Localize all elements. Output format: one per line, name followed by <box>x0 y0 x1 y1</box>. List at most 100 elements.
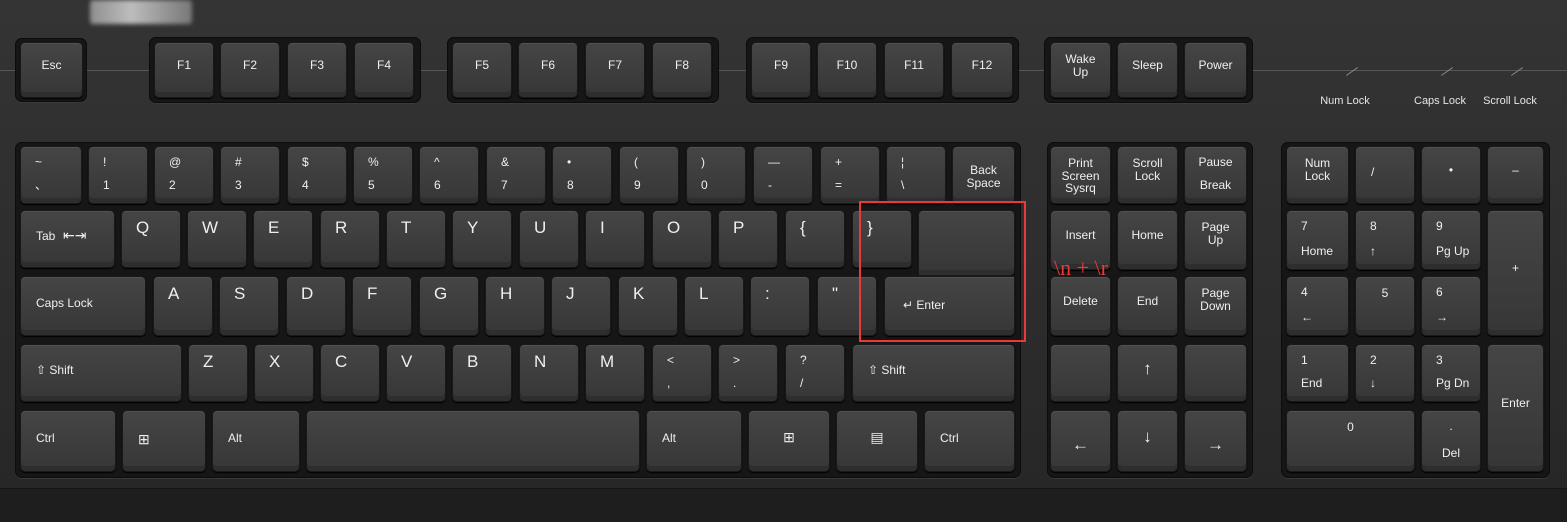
scrolllock-key[interactable]: Scroll Lock <box>1117 146 1178 204</box>
lbrace-key[interactable]: { <box>785 210 845 268</box>
f-key[interactable]: F <box>352 276 412 336</box>
n9-key[interactable]: 9 Pg Up <box>1421 210 1481 270</box>
h-key[interactable]: H <box>485 276 545 336</box>
f12-key[interactable]: F12 <box>951 42 1013 98</box>
f1-key[interactable]: F1 <box>154 42 214 98</box>
lshift-key[interactable]: ⇧ Shift <box>20 344 182 402</box>
d-key[interactable]: D <box>286 276 346 336</box>
f4-key[interactable]: F4 <box>354 42 414 98</box>
ndel-key[interactable]: . Del <box>1421 410 1481 472</box>
u-key[interactable]: U <box>519 210 579 268</box>
g-key[interactable]: G <box>419 276 479 336</box>
pipe-key[interactable]: ¦ \ <box>886 146 946 204</box>
k-key[interactable]: K <box>618 276 678 336</box>
n3-key[interactable]: 3 Pg Dn <box>1421 344 1481 402</box>
left-windows-key[interactable]: ⊞ <box>122 410 206 472</box>
d6-key[interactable]: ^ 6 <box>419 146 479 204</box>
j-key[interactable]: J <box>551 276 611 336</box>
f11-key[interactable]: F11 <box>884 42 944 98</box>
f6-key[interactable]: F6 <box>518 42 578 98</box>
pause-key[interactable]: Pause Break <box>1184 146 1247 204</box>
nplus-key[interactable]: + <box>1487 210 1544 336</box>
o-key[interactable]: O <box>652 210 712 268</box>
f2-key[interactable]: F2 <box>220 42 280 98</box>
n1-key[interactable]: 1 End <box>1286 344 1349 402</box>
w-key[interactable]: W <box>187 210 247 268</box>
backspace-key[interactable]: Back Space <box>952 146 1015 204</box>
f3-key[interactable]: F3 <box>287 42 347 98</box>
menu-key[interactable]: ▤ <box>836 410 918 472</box>
right-windows-key[interactable]: ⊞ <box>748 410 830 472</box>
arrow-left-key[interactable]: ← <box>1050 410 1111 472</box>
d8-key[interactable]: • 8 <box>552 146 612 204</box>
n6-key[interactable]: 6 → <box>1421 276 1481 336</box>
grave-key[interactable]: ~、 <box>20 146 82 204</box>
f7-key[interactable]: F7 <box>585 42 645 98</box>
numlock-key[interactable]: Num Lock <box>1286 146 1349 204</box>
arrow-up-key[interactable]: ↑ <box>1117 344 1178 402</box>
d3-key[interactable]: #3 <box>220 146 280 204</box>
d1-key[interactable]: ! 1 <box>88 146 148 204</box>
a-key[interactable]: A <box>153 276 213 336</box>
ralt-key[interactable]: Alt <box>646 410 742 472</box>
nmul-key[interactable]: • <box>1421 146 1481 204</box>
wakeup-key[interactable]: Wake Up <box>1050 42 1111 98</box>
printscreen-key[interactable]: Print Screen Sysrq <box>1050 146 1111 204</box>
ndiv-key[interactable]: / <box>1355 146 1415 204</box>
n8-key[interactable]: 8 ↑ <box>1355 210 1415 270</box>
s-key[interactable]: S <box>219 276 279 336</box>
y-key[interactable]: Y <box>452 210 512 268</box>
delete-key[interactable]: Delete <box>1050 276 1111 336</box>
b-key[interactable]: B <box>452 344 512 402</box>
n2-key[interactable]: 2 ↓ <box>1355 344 1415 402</box>
pageup-key[interactable]: Page Up <box>1184 210 1247 270</box>
d7-key[interactable]: & 7 <box>486 146 546 204</box>
nminus-key[interactable]: – <box>1487 146 1544 204</box>
v-key[interactable]: V <box>386 344 446 402</box>
rbrace-key[interactable]: } <box>852 210 912 268</box>
z-key[interactable]: Z <box>188 344 248 402</box>
e-key[interactable]: E <box>253 210 313 268</box>
end-key[interactable]: End <box>1117 276 1178 336</box>
n0-key[interactable]: 0 <box>1286 410 1415 472</box>
f5-key[interactable]: F5 <box>452 42 512 98</box>
comma-key[interactable]: <, <box>652 344 712 402</box>
period-key[interactable]: >. <box>718 344 778 402</box>
arrow-down-key[interactable]: ↓ <box>1117 410 1178 472</box>
power-key[interactable]: Power <box>1184 42 1247 98</box>
n7-key[interactable]: 7 Home <box>1286 210 1349 270</box>
colon-key[interactable]: : <box>750 276 810 336</box>
rctrl-key[interactable]: Ctrl <box>924 410 1015 472</box>
t-key[interactable]: T <box>386 210 446 268</box>
n5-key[interactable]: 5 <box>1355 276 1415 336</box>
c-key[interactable]: C <box>320 344 380 402</box>
minus-key[interactable]: — - <box>753 146 813 204</box>
equal-key[interactable]: + = <box>820 146 880 204</box>
n-key[interactable]: N <box>519 344 579 402</box>
l-key[interactable]: L <box>684 276 744 336</box>
sleep-key[interactable]: Sleep <box>1117 42 1178 98</box>
d0-key[interactable]: ) 0 <box>686 146 746 204</box>
tab-key[interactable]: Tab ⇤⇥ <box>20 210 115 268</box>
nenter-key[interactable]: Enter <box>1487 344 1544 472</box>
enter-key[interactable] <box>918 210 1015 276</box>
pagedown-key[interactable]: Page Down <box>1184 276 1247 336</box>
esc-key[interactable]: Esc <box>20 42 83 98</box>
q-key[interactable]: Q <box>121 210 181 268</box>
spacebar-key[interactable] <box>306 410 640 472</box>
lalt-key[interactable]: Alt <box>212 410 300 472</box>
capslock-key[interactable]: Caps Lock <box>20 276 146 336</box>
d4-key[interactable]: $4 <box>287 146 347 204</box>
m-key[interactable]: M <box>585 344 645 402</box>
d5-key[interactable]: % 5 <box>353 146 413 204</box>
x-key[interactable]: X <box>254 344 314 402</box>
f10-key[interactable]: F10 <box>817 42 877 98</box>
enter-key[interactable]: ↵ Enter <box>884 276 1015 336</box>
arrow-right-key[interactable]: → <box>1184 410 1247 472</box>
f9-key[interactable]: F9 <box>751 42 811 98</box>
home-key[interactable]: Home <box>1117 210 1178 270</box>
d2-key[interactable]: @2 <box>154 146 214 204</box>
d9-key[interactable]: (9 <box>619 146 679 204</box>
i-key[interactable]: I <box>585 210 645 268</box>
quote-key[interactable]: " <box>817 276 877 336</box>
